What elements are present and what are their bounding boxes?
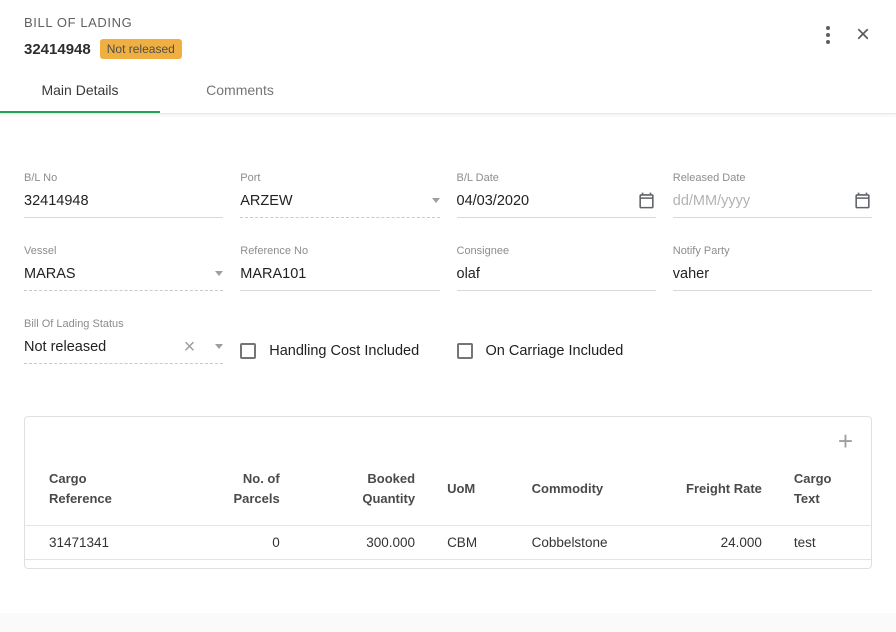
checkbox-handling-cost-included[interactable]: Handling Cost Included	[240, 337, 439, 364]
field-label: Released Date	[673, 172, 872, 184]
bol-status-select[interactable]: Not released ×	[24, 332, 223, 364]
cell-cargo-reference: 31471341	[25, 526, 194, 560]
table-row[interactable]: 31471341 0 300.000 CBM Cobbelstone 24.00…	[25, 526, 871, 560]
calendar-icon[interactable]	[637, 191, 656, 210]
port-select[interactable]: ARZEW	[240, 186, 439, 218]
field-label: Notify Party	[673, 245, 872, 257]
field-vessel: Vessel MARAS	[24, 245, 223, 291]
card-toolbar: +	[25, 431, 871, 451]
checkbox-label: On Carriage Included	[486, 343, 624, 359]
add-cargo-line-icon[interactable]: +	[838, 431, 853, 451]
clear-icon[interactable]: ×	[184, 340, 196, 354]
cargo-lines-card: + Cargo Reference No. of Parcels Booked …	[24, 416, 872, 569]
chevron-down-icon	[215, 271, 223, 276]
tab-main-details[interactable]: Main Details	[0, 69, 160, 113]
cell-commodity: Cobbelstone	[516, 526, 668, 560]
column-header: Freight Rate	[668, 463, 778, 526]
close-icon[interactable]: ×	[854, 23, 872, 47]
field-port: Port ARZEW	[240, 172, 439, 218]
tab-label: Main Details	[41, 82, 118, 98]
checkbox-unchecked-icon	[240, 343, 256, 359]
tab-comments[interactable]: Comments	[160, 69, 320, 113]
cell-booked-quantity: 300.000	[296, 526, 431, 560]
table-header-row: Cargo Reference No. of Parcels Booked Qu…	[25, 463, 871, 526]
bl-no-input[interactable]	[24, 193, 223, 209]
calendar-icon[interactable]	[853, 191, 872, 210]
chevron-down-icon	[215, 344, 223, 349]
checkbox-label: Handling Cost Included	[269, 343, 419, 359]
cell-no-of-parcels: 0	[194, 526, 296, 560]
field-consignee: Consignee	[457, 245, 656, 291]
bl-number: 32414948	[24, 41, 91, 58]
vessel-value: MARAS	[24, 266, 207, 282]
header-actions: ×	[824, 15, 872, 47]
more-options-dots	[826, 26, 830, 44]
column-header: No. of Parcels	[194, 463, 296, 526]
notify-party-input[interactable]	[673, 266, 872, 282]
status-badge: Not released	[100, 39, 182, 59]
field-bl-no: B/L No	[24, 172, 223, 218]
field-label: Bill Of Lading Status	[24, 318, 223, 330]
checkbox-unchecked-icon	[457, 343, 473, 359]
field-label: Reference No	[240, 245, 439, 257]
field-label: B/L No	[24, 172, 223, 184]
bill-of-lading-dialog: BILL OF LADING 32414948 Not released × M…	[0, 0, 896, 613]
main-details-panel: B/L No Port ARZEW B/L Date	[0, 114, 896, 364]
field-released-date: Released Date	[673, 172, 872, 218]
tab-label: Comments	[206, 82, 274, 98]
cargo-table: Cargo Reference No. of Parcels Booked Qu…	[25, 463, 871, 560]
field-notify-party: Notify Party	[673, 245, 872, 291]
field-label: Vessel	[24, 245, 223, 257]
tab-bar: Main Details Comments	[0, 69, 896, 114]
chevron-down-icon	[432, 198, 440, 203]
column-header: Cargo Text	[778, 463, 871, 526]
form-grid: B/L No Port ARZEW B/L Date	[24, 172, 872, 364]
cell-uom: CBM	[431, 526, 516, 560]
column-header: Booked Quantity	[296, 463, 431, 526]
header-left: BILL OF LADING 32414948 Not released	[24, 15, 182, 59]
reference-no-input[interactable]	[240, 266, 439, 282]
consignee-input[interactable]	[457, 266, 656, 282]
field-bill-of-lading-status: Bill Of Lading Status Not released ×	[24, 318, 223, 364]
checkbox-on-carriage-included[interactable]: On Carriage Included	[457, 337, 656, 364]
bol-status-value: Not released	[24, 339, 184, 355]
port-value: ARZEW	[240, 193, 423, 209]
column-header: UoM	[431, 463, 516, 526]
cell-cargo-text: test	[778, 526, 871, 560]
dialog-title: BILL OF LADING	[24, 15, 182, 30]
grid-spacer	[673, 318, 872, 364]
cell-freight-rate: 24.000	[668, 526, 778, 560]
field-bl-date: B/L Date	[457, 172, 656, 218]
field-label: B/L Date	[457, 172, 656, 184]
field-label: Port	[240, 172, 439, 184]
bl-number-row: 32414948 Not released	[24, 39, 182, 59]
field-reference-no: Reference No	[240, 245, 439, 291]
kebab-menu-icon[interactable]	[824, 24, 832, 46]
bl-date-input[interactable]	[457, 193, 631, 209]
dialog-header: BILL OF LADING 32414948 Not released ×	[0, 0, 896, 69]
released-date-input[interactable]	[673, 193, 847, 209]
vessel-select[interactable]: MARAS	[24, 259, 223, 291]
column-header: Cargo Reference	[25, 463, 194, 526]
field-label: Consignee	[457, 245, 656, 257]
column-header: Commodity	[516, 463, 668, 526]
